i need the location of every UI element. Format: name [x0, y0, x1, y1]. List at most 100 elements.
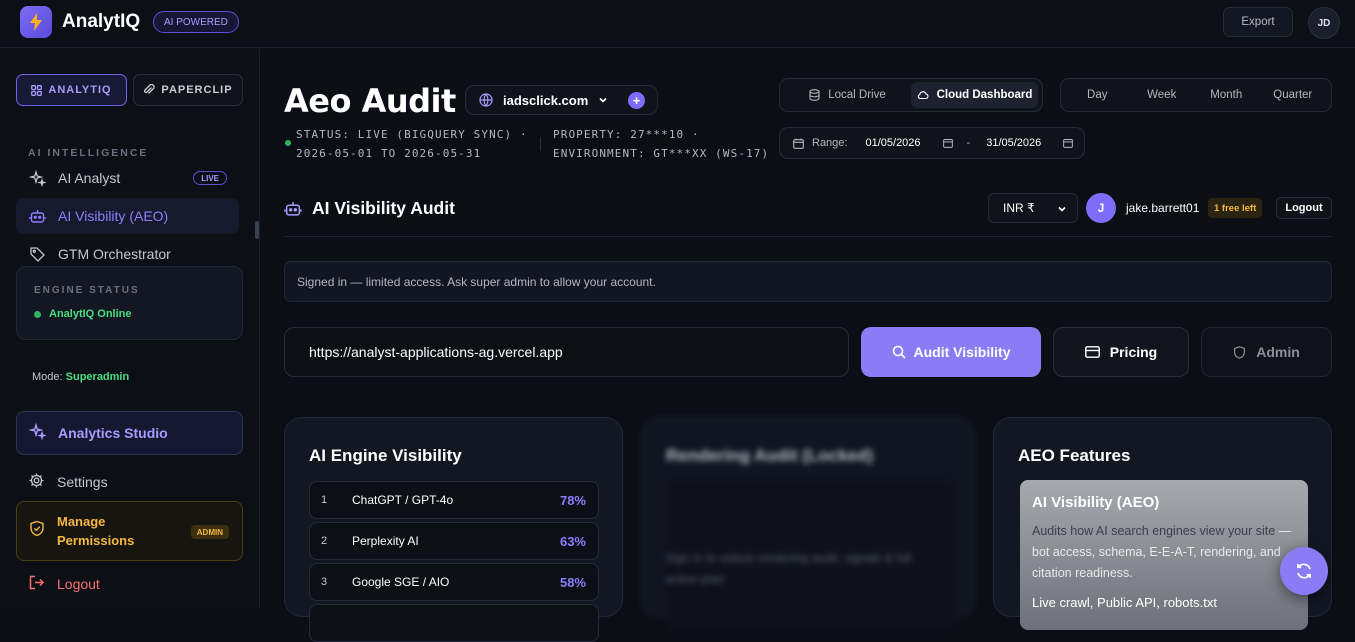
sidebar-item-label: AI Analyst: [58, 170, 121, 186]
feature-description: Audits how AI search engines view your s…: [1032, 524, 1292, 580]
logo-bolt-icon: [20, 6, 52, 38]
free-credits-badge: 1 free left: [1208, 198, 1263, 218]
tag-icon: [28, 245, 46, 263]
ai-powered-badge: AI POWERED: [153, 11, 239, 33]
user-avatar-audit[interactable]: J: [1086, 193, 1116, 223]
period-month[interactable]: Month: [1197, 82, 1255, 108]
card-title: AI Engine Visibility: [309, 446, 462, 465]
range-label: Range:: [812, 137, 848, 149]
logout-icon: [28, 574, 45, 594]
top-bar: AnalytIQ AI POWERED Export JD: [0, 0, 1355, 48]
user-avatar[interactable]: JD: [1308, 7, 1340, 39]
shield-icon: [1234, 345, 1246, 359]
tab-paperclip[interactable]: PAPERCLIP: [133, 74, 243, 106]
locked-message: Sign in to unlock rendering audit, signa…: [666, 551, 912, 586]
calendar-icon[interactable]: [942, 138, 953, 148]
credit-card-icon: [1084, 346, 1100, 358]
status-info: STATUS: LIVE (BIGQUERY SYNC) · 2026-05-0…: [296, 128, 528, 160]
sparkle-icon: [28, 422, 48, 443]
date-range: Range: 01/05/2026 - 31/05/2026: [779, 127, 1085, 159]
range-end-input[interactable]: 31/05/2026: [986, 137, 1041, 149]
site-selector[interactable]: iadsclick.com +: [465, 85, 658, 115]
period-day[interactable]: Day: [1068, 82, 1126, 108]
admin-badge: ADMIN: [190, 525, 229, 539]
settings-label: Settings: [57, 474, 108, 490]
sidebar-item-ai-visibility[interactable]: AI Visibility (AEO): [16, 198, 239, 234]
table-row[interactable]: 3 Google SGE / AIO 58%: [309, 563, 599, 601]
pricing-button[interactable]: Pricing: [1053, 327, 1189, 377]
period-week[interactable]: Week: [1133, 82, 1191, 108]
sidebar-item-settings[interactable]: Settings: [16, 471, 243, 493]
globe-icon: [479, 93, 493, 107]
sidebar-item-ai-analyst[interactable]: AI Analyst LIVE: [16, 160, 239, 196]
refresh-button[interactable]: [1280, 547, 1328, 595]
live-badge: LIVE: [193, 171, 227, 185]
sidebar-item-label: AI Visibility (AEO): [58, 208, 169, 224]
currency-select[interactable]: INR ₹: [988, 193, 1078, 223]
local-drive-button[interactable]: Local Drive: [784, 82, 911, 108]
app-name: AnalytIQ: [62, 11, 141, 32]
period-quarter[interactable]: Quarter: [1262, 82, 1324, 108]
cloud-icon: [917, 91, 929, 100]
manage-permissions-button[interactable]: Manage Permissions ADMIN: [16, 501, 243, 561]
feature-tile-ai-visibility[interactable]: AI Visibility (AEO) Audits how AI search…: [1020, 480, 1308, 630]
calendar-icon[interactable]: [1063, 138, 1074, 148]
add-site-icon[interactable]: +: [628, 92, 645, 109]
audit-visibility-button[interactable]: Audit Visibility: [861, 327, 1041, 377]
paperclip-icon: [144, 84, 156, 94]
calendar-icon: [793, 138, 804, 149]
admin-button[interactable]: Admin: [1201, 327, 1332, 377]
period-selector: Day Week Month Quarter: [1060, 78, 1332, 112]
page-title: Aeo Audit: [284, 82, 456, 120]
source-toggle: Local Drive Cloud Dashboard: [779, 78, 1043, 112]
chevron-down-icon: [1058, 206, 1066, 212]
logout-button[interactable]: Logout: [1276, 197, 1332, 219]
table-row[interactable]: 2 Perplexity AI 63%: [309, 522, 599, 560]
site-name: iadsclick.com: [503, 92, 589, 108]
sidebar-item-label: GTM Orchestrator: [58, 246, 171, 262]
cloud-dashboard-button[interactable]: Cloud Dashboard: [911, 82, 1038, 108]
section-ai-intelligence: AI INTELLIGENCE: [28, 147, 149, 159]
divider: [284, 236, 1332, 237]
tab-analytiq[interactable]: ANALYTIQ: [16, 74, 127, 106]
export-button[interactable]: Export: [1223, 7, 1293, 37]
engine-status-value: AnalytIQ Online: [34, 308, 132, 320]
username: jake.barrett01: [1126, 201, 1200, 215]
property-info: PROPERTY: 27***10 · ENVIRONMENT: GT***XX…: [553, 128, 770, 160]
feature-tags: Live crawl, Public API, robots.txt: [1032, 595, 1217, 610]
live-status-dot-icon: [285, 140, 291, 146]
engine-status-panel: ENGINE STATUS AnalytIQ Online: [16, 266, 243, 340]
sidebar-logout-button[interactable]: Logout: [16, 573, 100, 595]
grid-icon: [31, 84, 43, 96]
rendering-audit-card-locked: Rendering Audit (Locked) Sign in to unlo…: [641, 417, 975, 630]
refresh-icon: [1297, 563, 1311, 579]
table-row[interactable]: [309, 604, 599, 642]
chevron-down-icon: [599, 97, 607, 103]
main-content: Aeo Audit iadsclick.com + STATUS: LIVE (…: [261, 49, 1355, 642]
online-dot-icon: [34, 310, 41, 318]
access-notice: Signed in — limited access. Ask super ad…: [284, 261, 1332, 302]
search-icon: [892, 345, 906, 359]
tab-paperclip-label: PAPERCLIP: [161, 84, 233, 96]
range-separator: -: [966, 137, 971, 149]
ai-engine-visibility-card: AI Engine Visibility 1 ChatGPT / GPT-4o …: [284, 417, 623, 642]
engine-status-title: ENGINE STATUS: [34, 285, 140, 296]
url-input[interactable]: [284, 327, 849, 377]
analytics-studio-button[interactable]: Analytics Studio: [16, 411, 243, 455]
card-title: AEO Features: [1018, 446, 1131, 465]
robot-icon: [28, 207, 46, 225]
analytics-studio-label: Analytics Studio: [58, 425, 168, 441]
tab-analytiq-label: ANALYTIQ: [48, 84, 112, 96]
sidebar: ANALYTIQ PAPERCLIP AI INTELLIGENCE AI An…: [0, 49, 260, 609]
manage-permissions-label: Manage Permissions: [57, 514, 135, 548]
robot-icon: [284, 201, 302, 216]
mode-indicator: Mode: Superadmin: [32, 371, 130, 383]
feature-title: AI Visibility (AEO): [1032, 494, 1160, 511]
sparkle-icon: [28, 169, 46, 187]
logout-label: Logout: [57, 576, 100, 592]
table-row[interactable]: 1 ChatGPT / GPT-4o 78%: [309, 481, 599, 519]
gear-icon: [28, 472, 45, 492]
card-title: Rendering Audit (Locked): [666, 446, 874, 465]
range-start-input[interactable]: 01/05/2026: [865, 137, 920, 149]
sidebar-scrollbar[interactable]: [255, 221, 259, 239]
